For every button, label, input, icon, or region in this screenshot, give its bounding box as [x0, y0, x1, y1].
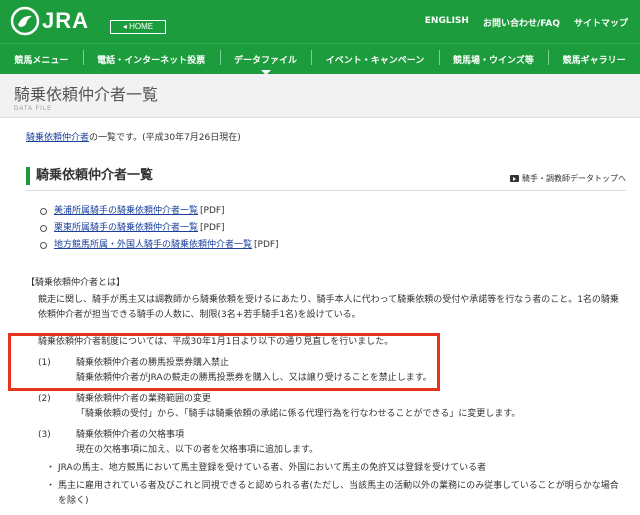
jra-logo-icon	[10, 6, 40, 36]
item-text: 現在の欠格事項に加え、以下の者を欠格事項に追加します。	[76, 445, 319, 455]
item-text: 「騎乗依頼の受付」から、「騎手は騎乗依頼の承諾に係る代理行為を行なわせることがで…	[76, 409, 521, 419]
intro-link[interactable]: 騎乗依頼仲介者	[26, 133, 89, 143]
disqualification-list: ・ JRAの馬主、地方競馬において馬主登録を受けている者、外国において馬主の免許…	[26, 461, 626, 509]
list-item: ・ JRAの馬主、地方競馬において馬主登録を受けている者、外国において馬主の免許…	[46, 461, 626, 476]
section-title: 騎乗依頼仲介者一覧	[26, 167, 153, 185]
revision-item-2: (2) 騎乗依頼仲介者の業務範囲の変更 「騎乗依頼の受付」から、「騎手は騎乗依頼…	[26, 392, 626, 422]
page-title-strip: 騎乗依頼仲介者一覧 DATA FILE	[0, 74, 640, 118]
main-nav: 競馬メニュー 電話・インターネット投票 データファイル イベント・キャンペーン …	[0, 43, 640, 75]
pdf-link-local-foreign[interactable]: 地方競馬所属・外国人騎手の騎乗依頼仲介者一覧	[54, 237, 252, 254]
sitemap-link[interactable]: サイトマップ	[574, 16, 628, 29]
nav-item-phone-internet-vote[interactable]: 電話・インターネット投票	[82, 49, 220, 66]
highlight-frame	[8, 333, 440, 391]
nav-item-data-file[interactable]: データファイル	[219, 49, 312, 75]
pdf-tag: [PDF]	[200, 223, 225, 233]
bullet-text: JRAの馬主、地方競馬において馬主登録を受けている者、外国において馬主の免許又は…	[58, 463, 487, 473]
item-title: 騎乗依頼仲介者の欠格事項	[76, 430, 185, 440]
item-body: 騎乗依頼仲介者の業務範囲の変更 「騎乗依頼の受付」から、「騎手は騎乗依頼の承諾に…	[76, 392, 626, 422]
pdf-link-ritto[interactable]: 栗東所属騎手の騎乗依頼仲介者一覧	[54, 220, 198, 237]
home-button[interactable]: ◂ HOME	[110, 20, 166, 34]
active-nav-arrow-icon	[261, 69, 272, 75]
site-header: JRA ◂ HOME ENGLISH お問い合わせ/FAQ サイトマップ	[0, 0, 640, 43]
main-content: 騎乗依頼仲介者の一覧です。(平成30年7月26日現在) 騎乗依頼仲介者一覧 騎手…	[0, 118, 640, 509]
english-link[interactable]: ENGLISH	[425, 16, 469, 29]
list-item: ・ 馬主に雇用されている者及びこれと同視できると認められる者(ただし、当該馬主の…	[46, 479, 626, 509]
pdf-list: 美浦所属騎手の騎乗依頼仲介者一覧 [PDF] 栗東所属騎手の騎乗依頼仲介者一覧 …	[40, 203, 626, 254]
nav-item-events[interactable]: イベント・キャンペーン	[311, 49, 438, 66]
list-item: 地方競馬所属・外国人騎手の騎乗依頼仲介者一覧 [PDF]	[40, 237, 626, 254]
pdf-tag: [PDF]	[200, 206, 225, 216]
nav-item-gallery[interactable]: 競馬ギャラリー	[548, 49, 640, 66]
circle-bullet-icon	[40, 242, 47, 249]
jra-logo[interactable]: JRA	[10, 6, 89, 36]
intro-rest: の一覧です。(平成30年7月26日現在)	[89, 133, 241, 143]
nav-item-keiba-menu[interactable]: 競馬メニュー	[0, 53, 83, 66]
arrow-right-icon	[510, 175, 519, 182]
item-number: (2)	[38, 394, 51, 404]
jockey-data-top-link[interactable]: 騎手・調教師データトップへ	[510, 173, 626, 184]
list-item: 栗東所属騎手の騎乗依頼仲介者一覧 [PDF]	[40, 220, 626, 237]
jockey-data-top-label: 騎手・調教師データトップへ	[522, 174, 626, 183]
pdf-tag: [PDF]	[254, 240, 279, 250]
bullet-text: 馬主に雇用されている者及びこれと同視できると認められる者(ただし、当該馬主の活動…	[58, 481, 619, 506]
list-item: 美浦所属騎手の騎乗依頼仲介者一覧 [PDF]	[40, 203, 626, 220]
bullet-mark: ・	[46, 481, 56, 491]
page-subtitle: DATA FILE	[14, 106, 53, 112]
bullet-mark: ・	[46, 463, 56, 473]
item-title: 騎乗依頼仲介者の業務範囲の変更	[76, 394, 212, 404]
top-links: ENGLISH お問い合わせ/FAQ サイトマップ	[425, 16, 628, 29]
nav-item-racecourse-wins[interactable]: 競馬場・ウインズ等	[438, 49, 549, 66]
pdf-link-miho[interactable]: 美浦所属騎手の騎乗依頼仲介者一覧	[54, 203, 198, 220]
circle-bullet-icon	[40, 208, 47, 215]
page-title: 騎乗依頼仲介者一覧	[14, 85, 159, 104]
logo-text: JRA	[42, 8, 90, 33]
definition-title: 【騎乗依頼仲介者とは】	[26, 278, 126, 288]
circle-bullet-icon	[40, 225, 47, 232]
contact-faq-link[interactable]: お問い合わせ/FAQ	[483, 16, 560, 29]
nav-item-data-file-label: データファイル	[233, 55, 297, 66]
intro-text: 騎乗依頼仲介者の一覧です。(平成30年7月26日現在)	[26, 130, 626, 143]
item-number: (3)	[38, 430, 51, 440]
definition-body: 競走に関し、騎手が馬主又は調教師から騎乗依頼を受けるにあたり、騎手本人に代わって…	[38, 295, 619, 320]
revision-item-3: (3) 騎乗依頼仲介者の欠格事項 現在の欠格事項に加え、以下の者を欠格事項に追加…	[26, 428, 626, 458]
section-header: 騎乗依頼仲介者一覧 騎手・調教師データトップへ	[26, 161, 626, 191]
item-body: 騎乗依頼仲介者の欠格事項 現在の欠格事項に加え、以下の者を欠格事項に追加します。	[76, 428, 626, 458]
